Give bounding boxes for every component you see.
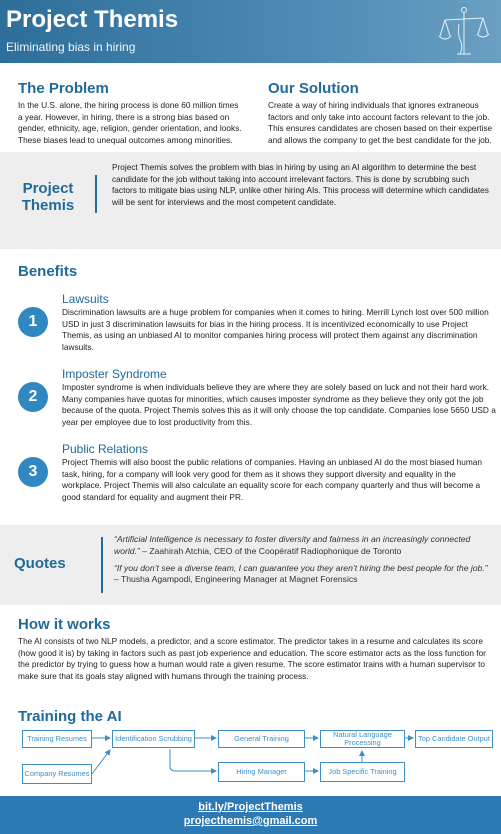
scales-of-justice-icon [438,7,490,55]
benefit-text: Project Themis will also boost the publi… [62,457,482,502]
quote-attribution: – Zaahirah Atchia, CEO of the Coopératif… [139,545,402,556]
quotes-list: “Artificial Intelligence is necessary to… [114,534,494,591]
benefit-number-badge: 1 [18,307,48,337]
page-subtitle: Eliminating bias in hiring [6,40,136,54]
quote-item: “If you don’t see a diverse team, I can … [114,563,494,587]
solution-title: Our Solution [268,80,359,97]
project-themis-label: Project Themis [21,180,75,214]
flow-node-hiring-manager: Hiring Manager [218,762,305,782]
flow-node-company-resumes: Company Resumes [22,764,92,784]
problem-section: The Problem In the U.S. alone, the hirin… [18,80,243,146]
flow-node-top-candidate: Top Candidate Output [415,730,493,748]
flow-node-nlp: Natural Language Processing [320,730,405,748]
flow-node-identification-scrubbing: Identification Scrubbing [112,730,195,748]
training-title: Training the AI [18,708,122,725]
header-banner: Project Themis Eliminating bias in hirin… [0,0,501,63]
benefit-name: Imposter Syndrome [62,367,167,381]
website-link[interactable]: bit.ly/ProjectThemis [0,800,501,814]
quote-item: “Artificial Intelligence is necessary to… [114,534,494,558]
problem-text: In the U.S. alone, the hiring process is… [18,100,242,145]
arrow [91,749,111,775]
project-themis-band: Project Themis Project Themis solves the… [0,152,501,249]
email-link[interactable]: projecthemis@gmail.com [0,814,501,828]
benefit-name: Lawsuits [62,292,109,306]
solution-section: Our Solution Create a way of hiring indi… [268,80,494,146]
benefit-number-badge: 3 [18,457,48,487]
quote-text: “If you don’t see a diverse team, I can … [114,562,488,573]
flow-node-general-training: General Training [218,730,305,748]
training-flowchart: Training Resumes Identification Scrubbin… [0,728,501,794]
benefit-number-badge: 2 [18,382,48,412]
how-it-works-title: How it works [18,616,111,633]
divider [95,175,97,213]
page-title: Project Themis [6,6,179,33]
divider [101,537,103,593]
benefit-text: Discrimination lawsuits are a huge probl… [62,307,489,352]
how-it-works-section: How it works The AI consists of two NLP … [18,616,496,682]
benefit-name: Public Relations [62,442,149,456]
project-themis-text: Project Themis solves the problem with b… [112,162,489,207]
how-it-works-text: The AI consists of two NLP models, a pre… [18,636,486,681]
quotes-label: Quotes [14,555,66,572]
benefits-title: Benefits [18,263,78,280]
quote-attribution: – Thusha Agampodi, Engineering Manager a… [114,574,358,585]
quotes-band: Quotes “Artificial Intelligence is neces… [0,525,501,605]
solution-text: Create a way of hiring individuals that … [268,100,493,145]
arrow [169,749,217,774]
footer: bit.ly/ProjectThemis projecthemis@gmail.… [0,796,501,834]
flow-node-job-specific-training: Job Specific Training [320,762,405,782]
flow-node-training-resumes: Training Resumes [22,730,92,748]
benefit-text: Imposter syndrome is when individuals be… [62,382,496,427]
problem-title: The Problem [18,80,109,97]
